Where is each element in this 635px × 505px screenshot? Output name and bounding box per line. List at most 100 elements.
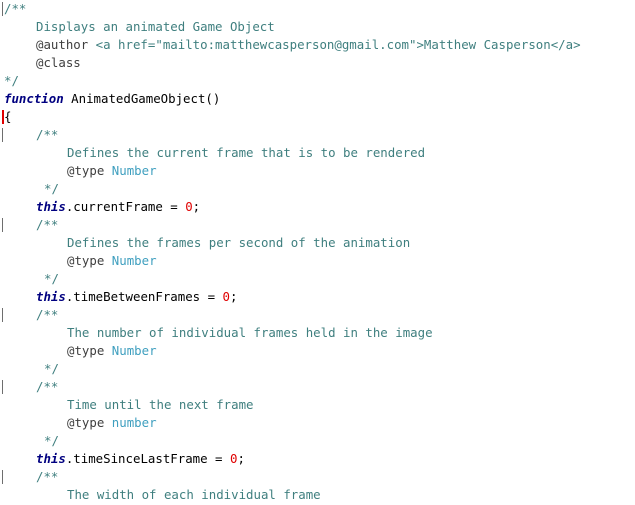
code-token: Defines the current frame that is to be … bbox=[67, 145, 426, 160]
code-line: The width of each individual frame bbox=[0, 486, 635, 504]
code-token: */ bbox=[44, 433, 59, 448]
code-text: The width of each individual frame bbox=[67, 486, 321, 504]
code-line: Time until the next frame bbox=[0, 396, 635, 414]
code-text: this.timeBetweenFrames = 0; bbox=[36, 288, 237, 306]
code-token: @type bbox=[67, 163, 105, 178]
code-line: @type Number bbox=[0, 342, 635, 360]
code-token: @class bbox=[36, 55, 81, 70]
code-token: /** bbox=[36, 469, 59, 484]
code-token: this bbox=[36, 289, 66, 304]
fold-guide bbox=[2, 128, 3, 142]
code-text: Defines the current frame that is to be … bbox=[67, 144, 425, 162]
code-text: */ bbox=[44, 360, 59, 378]
code-line: */ bbox=[0, 72, 635, 90]
code-token: AnimatedGameObject() bbox=[63, 91, 221, 106]
code-token: 0 bbox=[222, 289, 230, 304]
code-token: */ bbox=[44, 181, 59, 196]
fold-guide bbox=[2, 2, 3, 16]
code-token: @type bbox=[67, 253, 105, 268]
code-editor[interactable]: /** Displays an animated Game Object @auth… bbox=[0, 0, 635, 505]
code-text: /** bbox=[36, 306, 58, 324]
code-line: Displays an animated Game Object bbox=[0, 18, 635, 36]
code-line: /** bbox=[0, 126, 635, 144]
code-text: @type Number bbox=[67, 162, 157, 180]
code-token: this bbox=[36, 199, 66, 214]
code-token: /** bbox=[4, 1, 27, 16]
code-line: this.currentFrame = 0; bbox=[0, 198, 635, 216]
code-text: @type number bbox=[67, 414, 157, 432]
code-text: this.timeSinceLastFrame = 0; bbox=[36, 450, 245, 468]
fold-guide bbox=[2, 470, 3, 484]
code-text: /** bbox=[36, 378, 58, 396]
code-line: /** bbox=[0, 378, 635, 396]
code-line: @type Number bbox=[0, 162, 635, 180]
code-token: /** bbox=[36, 127, 59, 142]
code-token: Defines the frames per second of the ani… bbox=[67, 235, 411, 250]
code-token: /** bbox=[36, 217, 59, 232]
code-token: */ bbox=[4, 73, 19, 88]
code-token: 0 bbox=[185, 199, 193, 214]
code-text: { bbox=[4, 108, 11, 126]
code-token: .timeSinceLastFrame = bbox=[65, 451, 230, 466]
code-token: The number of individual frames held in … bbox=[67, 325, 433, 340]
code-text: @author <a href="mailto:matthewcasperson… bbox=[36, 36, 581, 54]
code-token: this bbox=[36, 451, 66, 466]
code-token: ; bbox=[229, 289, 238, 304]
code-token: Displays an animated Game Object bbox=[36, 19, 275, 34]
code-token: .currentFrame = bbox=[65, 199, 186, 214]
code-text: @type Number bbox=[67, 252, 157, 270]
code-line: @class bbox=[0, 54, 635, 72]
code-token: */ bbox=[44, 271, 59, 286]
code-text: Defines the frames per second of the ani… bbox=[67, 234, 410, 252]
code-line: Defines the current frame that is to be … bbox=[0, 144, 635, 162]
code-token: .timeBetweenFrames = bbox=[65, 289, 223, 304]
code-text: this.currentFrame = 0; bbox=[36, 198, 200, 216]
code-line: @author <a href="mailto:matthewcasperson… bbox=[0, 36, 635, 54]
code-line: */ bbox=[0, 270, 635, 288]
code-line: */ bbox=[0, 360, 635, 378]
code-token: <a href="mailto:matthewcasperson@gmail.c… bbox=[88, 37, 581, 52]
code-token: Time until the next frame bbox=[67, 397, 254, 412]
code-text: /** bbox=[36, 126, 58, 144]
code-token: ; bbox=[192, 199, 201, 214]
code-token: { bbox=[4, 109, 12, 124]
code-token: /** bbox=[36, 307, 59, 322]
code-line: @type number bbox=[0, 414, 635, 432]
code-token: Number bbox=[104, 253, 157, 268]
code-text: */ bbox=[44, 180, 59, 198]
code-text: Displays an animated Game Object bbox=[36, 18, 275, 36]
code-text: function AnimatedGameObject() bbox=[4, 90, 220, 108]
code-text: /** bbox=[36, 468, 58, 486]
code-line: /** bbox=[0, 468, 635, 486]
code-token: function bbox=[4, 91, 64, 106]
code-text: */ bbox=[44, 270, 59, 288]
code-line: The number of individual frames held in … bbox=[0, 324, 635, 342]
code-line: this.timeBetweenFrames = 0; bbox=[0, 288, 635, 306]
code-text: */ bbox=[4, 72, 19, 90]
code-text: The number of individual frames held in … bbox=[67, 324, 433, 342]
code-text: @type Number bbox=[67, 342, 157, 360]
code-line: */ bbox=[0, 432, 635, 450]
fold-guide bbox=[2, 308, 3, 322]
code-line: /** bbox=[0, 306, 635, 324]
code-line: /** bbox=[0, 0, 635, 18]
code-token: @type bbox=[67, 343, 105, 358]
code-text: */ bbox=[44, 432, 59, 450]
code-line: function AnimatedGameObject() bbox=[0, 90, 635, 108]
code-token: ; bbox=[237, 451, 245, 466]
code-text: /** bbox=[36, 216, 58, 234]
code-line: { bbox=[0, 108, 635, 126]
code-token: @type bbox=[67, 415, 105, 430]
code-text: /** bbox=[4, 0, 26, 18]
code-token: @author bbox=[36, 37, 89, 52]
code-line: @type Number bbox=[0, 252, 635, 270]
fold-guide bbox=[2, 218, 3, 232]
code-line: /** bbox=[0, 216, 635, 234]
code-line: Defines the frames per second of the ani… bbox=[0, 234, 635, 252]
code-line: this.timeSinceLastFrame = 0; bbox=[0, 450, 635, 468]
code-token: Number bbox=[104, 343, 157, 358]
code-token: */ bbox=[44, 361, 59, 376]
code-text: @class bbox=[36, 54, 81, 72]
code-token: Number bbox=[104, 163, 157, 178]
code-token: number bbox=[104, 415, 157, 430]
